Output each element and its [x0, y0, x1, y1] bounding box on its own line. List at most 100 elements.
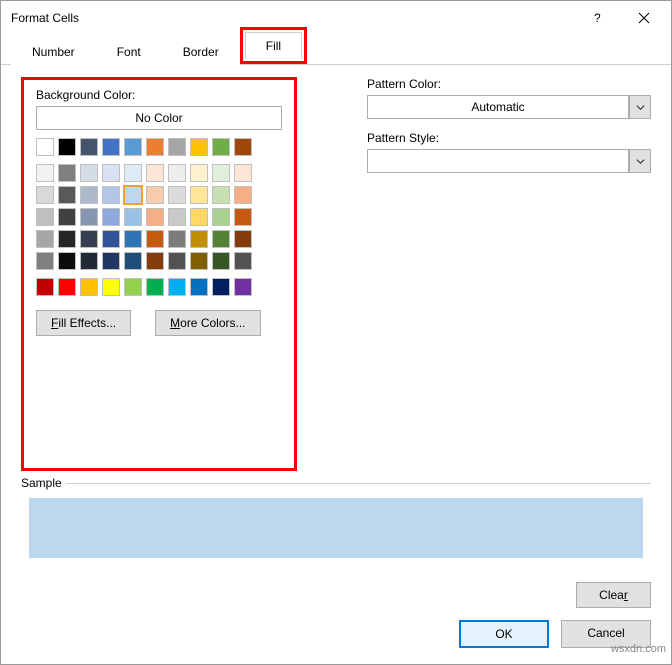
color-swatch[interactable]	[80, 164, 98, 182]
color-swatch[interactable]	[102, 252, 120, 270]
tab-bar: Number Font Border Fill	[1, 35, 671, 65]
color-swatch[interactable]	[102, 186, 120, 204]
color-swatch[interactable]	[80, 278, 98, 296]
clear-button[interactable]: Clear	[576, 582, 651, 608]
color-swatch[interactable]	[58, 252, 76, 270]
background-color-label: Background Color:	[36, 88, 282, 102]
color-swatch[interactable]	[124, 252, 142, 270]
fill-effects-button[interactable]: Fill Effects...	[36, 310, 131, 336]
color-swatch[interactable]	[36, 186, 54, 204]
color-swatch[interactable]	[168, 252, 186, 270]
svg-text:?: ?	[594, 12, 601, 24]
color-swatch[interactable]	[234, 164, 252, 182]
color-swatch[interactable]	[80, 186, 98, 204]
color-swatch[interactable]	[234, 186, 252, 204]
color-swatch[interactable]	[212, 164, 230, 182]
pattern-color-dropdown-button[interactable]	[629, 95, 651, 119]
pattern-color-combo[interactable]: Automatic	[367, 95, 651, 119]
color-swatch[interactable]	[190, 278, 208, 296]
color-swatch[interactable]	[190, 208, 208, 226]
color-swatch[interactable]	[36, 252, 54, 270]
more-colors-button[interactable]: More Colors...	[155, 310, 260, 336]
standard-colors	[36, 278, 282, 296]
color-swatch[interactable]	[58, 230, 76, 248]
color-swatch[interactable]	[190, 252, 208, 270]
chevron-down-icon	[636, 103, 645, 112]
color-swatch[interactable]	[168, 208, 186, 226]
fill-button-row: Fill Effects... More Colors...	[36, 310, 282, 336]
dialog-footer: OK Cancel	[1, 614, 671, 664]
color-swatch[interactable]	[146, 278, 164, 296]
color-swatch[interactable]	[36, 208, 54, 226]
pattern-style-label: Pattern Style:	[367, 131, 651, 145]
color-swatch[interactable]	[102, 164, 120, 182]
color-swatch[interactable]	[168, 230, 186, 248]
format-cells-dialog: Format Cells ? Number Font Border Fill B…	[0, 0, 672, 665]
color-swatch[interactable]	[190, 186, 208, 204]
color-swatch[interactable]	[234, 278, 252, 296]
color-swatch[interactable]	[146, 164, 164, 182]
color-swatch[interactable]	[190, 164, 208, 182]
sample-label: Sample	[21, 476, 66, 490]
color-swatch[interactable]	[80, 208, 98, 226]
tab-number[interactable]: Number	[11, 38, 96, 65]
color-swatch[interactable]	[168, 138, 186, 156]
color-swatch[interactable]	[124, 208, 142, 226]
color-swatch[interactable]	[80, 138, 98, 156]
color-swatch[interactable]	[212, 138, 230, 156]
tab-font[interactable]: Font	[96, 38, 162, 65]
color-swatch[interactable]	[58, 208, 76, 226]
color-swatch[interactable]	[102, 230, 120, 248]
tab-fill[interactable]: Fill	[245, 32, 302, 59]
color-swatch[interactable]	[146, 186, 164, 204]
tab-border[interactable]: Border	[162, 38, 240, 65]
color-swatch[interactable]	[124, 186, 142, 204]
no-color-button[interactable]: No Color	[36, 106, 282, 130]
color-swatch[interactable]	[234, 230, 252, 248]
close-button[interactable]	[621, 3, 667, 33]
pattern-style-dropdown-button[interactable]	[629, 149, 651, 173]
color-swatch[interactable]	[212, 278, 230, 296]
color-swatch[interactable]	[212, 208, 230, 226]
color-swatch[interactable]	[146, 208, 164, 226]
color-swatch[interactable]	[36, 164, 54, 182]
color-swatch[interactable]	[168, 278, 186, 296]
color-swatch[interactable]	[102, 138, 120, 156]
color-swatch[interactable]	[102, 208, 120, 226]
color-swatch[interactable]	[146, 138, 164, 156]
color-swatch[interactable]	[212, 252, 230, 270]
color-swatch[interactable]	[212, 186, 230, 204]
color-swatch[interactable]	[80, 252, 98, 270]
color-swatch[interactable]	[190, 138, 208, 156]
color-swatch[interactable]	[36, 278, 54, 296]
color-swatch[interactable]	[58, 138, 76, 156]
ok-button[interactable]: OK	[459, 620, 549, 648]
titlebar: Format Cells ?	[1, 1, 671, 35]
color-swatch[interactable]	[234, 252, 252, 270]
color-swatch[interactable]	[124, 164, 142, 182]
color-swatch[interactable]	[146, 230, 164, 248]
annotation-highlight-panel: Background Color: No Color Fill Effects.…	[21, 77, 297, 471]
help-button[interactable]: ?	[575, 3, 621, 33]
color-swatch[interactable]	[234, 138, 252, 156]
color-swatch[interactable]	[146, 252, 164, 270]
color-swatch[interactable]	[36, 138, 54, 156]
color-swatch[interactable]	[124, 138, 142, 156]
color-swatch[interactable]	[36, 230, 54, 248]
color-swatch[interactable]	[80, 230, 98, 248]
color-swatch[interactable]	[212, 230, 230, 248]
color-swatch[interactable]	[124, 230, 142, 248]
pattern-panel: Pattern Color: Automatic Pattern Style:	[367, 77, 651, 471]
watermark: wsxdn.com	[611, 643, 666, 655]
pattern-style-value	[367, 149, 629, 173]
color-swatch[interactable]	[58, 186, 76, 204]
color-swatch[interactable]	[234, 208, 252, 226]
color-swatch[interactable]	[168, 186, 186, 204]
color-swatch[interactable]	[102, 278, 120, 296]
color-swatch[interactable]	[168, 164, 186, 182]
color-swatch[interactable]	[124, 278, 142, 296]
color-swatch[interactable]	[190, 230, 208, 248]
pattern-style-combo[interactable]	[367, 149, 651, 173]
color-swatch[interactable]	[58, 164, 76, 182]
color-swatch[interactable]	[58, 278, 76, 296]
